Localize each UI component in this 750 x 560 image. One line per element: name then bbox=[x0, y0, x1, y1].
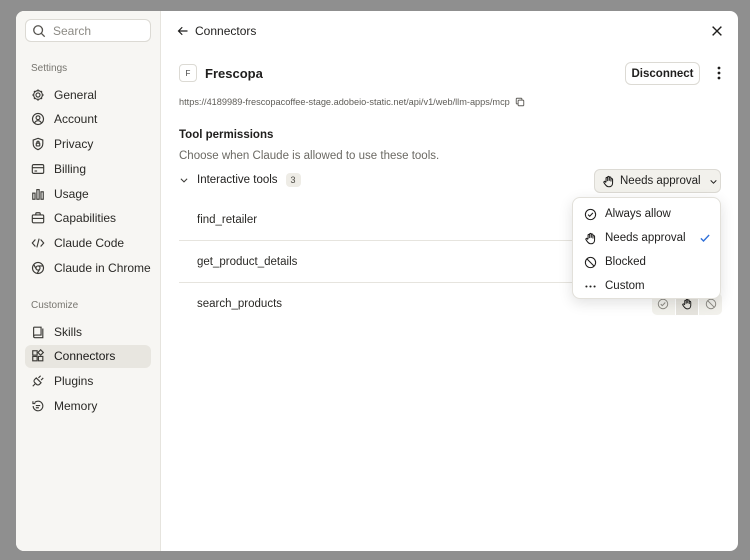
checkmark-icon bbox=[700, 234, 710, 242]
search-icon bbox=[33, 24, 46, 37]
sidebar-item-skills[interactable]: Skills bbox=[25, 320, 151, 343]
sidebar-item-label: Connectors bbox=[54, 349, 116, 364]
sidebar-item-privacy[interactable]: Privacy bbox=[25, 133, 151, 156]
more-vertical-icon[interactable] bbox=[713, 66, 725, 80]
current-mode-label: Needs approval bbox=[620, 175, 701, 187]
sidebar-item-label: Claude in Chrome bbox=[54, 261, 151, 276]
search-box[interactable] bbox=[25, 19, 151, 42]
gear-icon bbox=[32, 88, 44, 101]
option-always-allow[interactable]: Always allow bbox=[573, 202, 720, 226]
shield-icon bbox=[32, 137, 44, 151]
check-circle-icon bbox=[658, 298, 669, 310]
sidebar-item-label: Plugins bbox=[54, 374, 94, 389]
blocked-icon bbox=[705, 298, 716, 310]
back-link-label: Connectors bbox=[195, 24, 257, 38]
chevron-down-icon bbox=[709, 179, 717, 184]
option-label: Blocked bbox=[605, 256, 646, 268]
sidebar-item-account[interactable]: Account bbox=[25, 108, 151, 131]
sidebar-item-connectors[interactable]: Connectors bbox=[25, 344, 151, 368]
connector-url-row: https://4189989-frescopacoffee-stage.ado… bbox=[179, 97, 525, 107]
settings-modal: Settings General Account Privacy Billing… bbox=[16, 11, 738, 551]
option-label: Custom bbox=[605, 280, 645, 292]
briefcase-icon bbox=[31, 212, 45, 224]
tool-permissions-title: Tool permissions bbox=[179, 129, 274, 141]
sidebar-item-general[interactable]: General bbox=[25, 83, 151, 106]
option-blocked[interactable]: Blocked bbox=[573, 250, 720, 274]
blocks-icon bbox=[32, 349, 45, 362]
group-approval-dropdown-button[interactable]: Needs approval bbox=[594, 169, 721, 193]
sidebar-item-capabilities[interactable]: Capabilities bbox=[25, 207, 151, 230]
settings-section-label: Settings bbox=[31, 63, 68, 74]
option-needs-approval[interactable]: Needs approval bbox=[573, 226, 720, 250]
sidebar-item-label: Skills bbox=[54, 324, 83, 339]
tool-count-badge: 3 bbox=[285, 173, 301, 187]
customize-nav: Skills Connectors Plugins Memory bbox=[25, 320, 151, 419]
globe-icon bbox=[31, 261, 45, 275]
tool-name: search_products bbox=[197, 298, 283, 310]
sidebar-item-claude-in-chrome[interactable]: Claude in Chrome bbox=[25, 257, 151, 280]
connector-detail-panel: Connectors F Frescopa Disconnect https:/… bbox=[161, 11, 738, 551]
option-custom[interactable]: Custom bbox=[573, 274, 720, 298]
book-icon bbox=[33, 326, 44, 338]
hand-icon bbox=[585, 232, 596, 244]
group-label: Interactive tools bbox=[197, 174, 278, 186]
arrow-left-icon bbox=[177, 26, 188, 36]
ellipsis-icon bbox=[585, 284, 596, 288]
card-icon bbox=[31, 163, 45, 174]
bar-chart-icon bbox=[32, 188, 44, 200]
sidebar-item-label: Usage bbox=[54, 186, 89, 201]
option-label: Always allow bbox=[605, 208, 671, 220]
hand-icon bbox=[603, 175, 614, 187]
user-icon bbox=[31, 113, 45, 126]
sidebar-item-label: Capabilities bbox=[54, 211, 117, 226]
history-icon bbox=[32, 400, 44, 412]
approval-dropdown-menu: Always allow Needs approval Blocked Cust… bbox=[572, 197, 721, 299]
chevron-down-icon bbox=[180, 178, 188, 183]
sidebar-item-label: Memory bbox=[54, 398, 98, 413]
connector-header: F Frescopa bbox=[179, 64, 263, 82]
sidebar-item-label: Privacy bbox=[54, 137, 94, 152]
connector-name: Frescopa bbox=[205, 65, 263, 81]
option-label: Needs approval bbox=[605, 232, 686, 244]
settings-nav: General Account Privacy Billing Usage Ca… bbox=[25, 83, 151, 281]
tool-name: find_retailer bbox=[197, 213, 258, 226]
sidebar-item-plugins[interactable]: Plugins bbox=[25, 370, 151, 393]
sidebar-item-label: Billing bbox=[54, 161, 87, 176]
disconnect-button[interactable]: Disconnect bbox=[625, 62, 700, 85]
close-icon[interactable] bbox=[710, 24, 724, 38]
sidebar-item-claude-code[interactable]: Claude Code bbox=[25, 232, 151, 255]
connector-url: https://4189989-frescopacoffee-stage.ado… bbox=[179, 97, 510, 107]
search-input[interactable] bbox=[53, 23, 143, 38]
customize-section-label: Customize bbox=[31, 300, 79, 311]
sidebar: Settings General Account Privacy Billing… bbox=[16, 11, 161, 551]
copy-icon[interactable] bbox=[515, 97, 525, 107]
sidebar-item-label: Claude Code bbox=[54, 236, 125, 251]
interactive-tools-toggle[interactable]: Interactive tools 3 bbox=[179, 173, 301, 187]
plug-icon bbox=[32, 375, 44, 387]
back-link[interactable]: Connectors bbox=[177, 24, 256, 38]
sidebar-item-label: General bbox=[54, 87, 97, 102]
sidebar-item-billing[interactable]: Billing bbox=[25, 157, 151, 180]
tool-name: get_product_details bbox=[197, 255, 298, 268]
code-icon bbox=[31, 238, 45, 248]
tool-permissions-description: Choose when Claude is allowed to use the… bbox=[179, 150, 440, 162]
sidebar-item-memory[interactable]: Memory bbox=[25, 394, 151, 417]
check-circle-icon bbox=[584, 208, 597, 220]
sidebar-item-label: Account bbox=[54, 112, 98, 127]
connector-favicon: F bbox=[179, 64, 197, 82]
sidebar-item-usage[interactable]: Usage bbox=[25, 182, 151, 205]
hand-icon bbox=[682, 298, 692, 310]
blocked-icon bbox=[584, 256, 597, 268]
